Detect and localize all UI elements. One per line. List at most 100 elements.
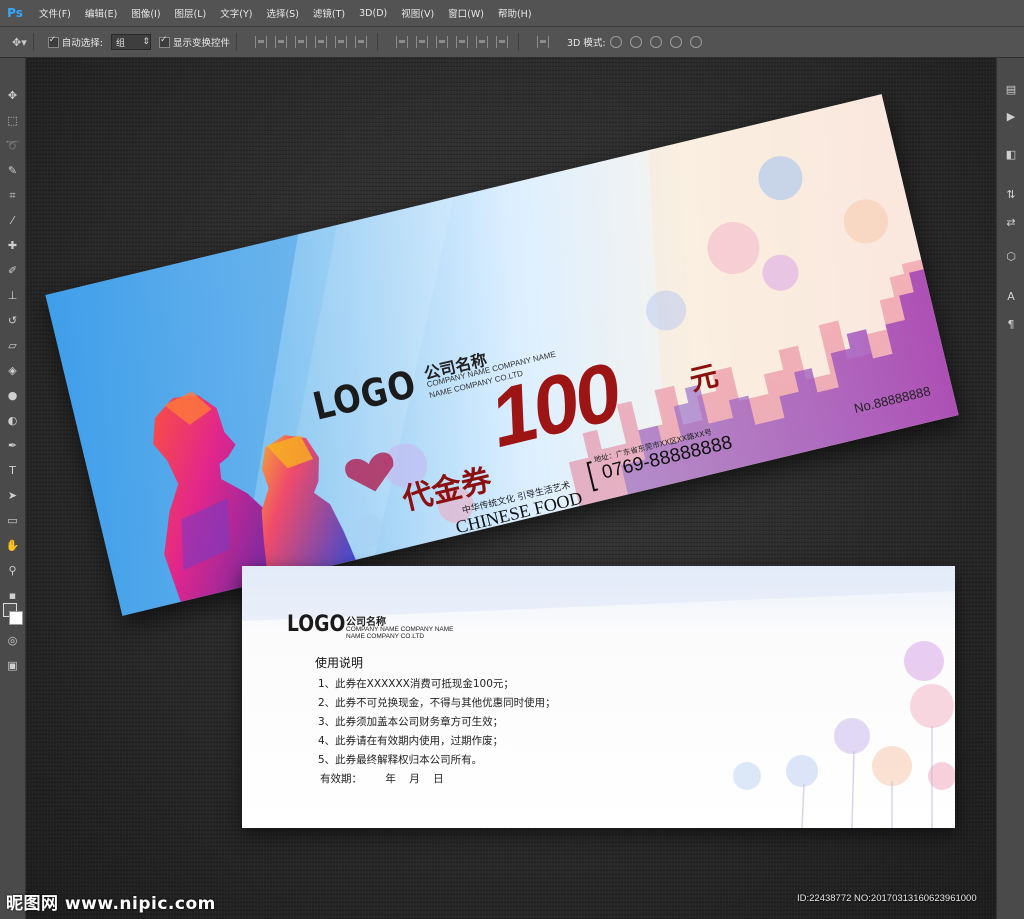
site-watermark: 昵图网 www.nipic.com (6, 894, 216, 914)
menu-bar: Ps 文件(F) 编辑(E) 图像(I) 图层(L) 文字(Y) 选择(S) 滤… (0, 0, 1024, 27)
menu-edit[interactable]: 编辑(E) (78, 6, 124, 20)
quick-select-tool-icon[interactable]: ✎ (5, 163, 20, 178)
paragraph-panel-icon[interactable]: ¶ (1004, 318, 1018, 332)
actions-panel-icon[interactable]: ▶ (1004, 110, 1018, 124)
align-vcenter-icon[interactable] (274, 36, 287, 48)
align-right-icon[interactable] (354, 36, 367, 48)
divider (376, 33, 378, 51)
mode-3d-group: 3D 模式: (567, 35, 706, 49)
marquee-tool-icon[interactable]: ⬚ (5, 113, 20, 128)
type-tool-icon[interactable]: T (5, 463, 20, 478)
character-panel-icon[interactable]: A (1004, 290, 1018, 304)
dodge-tool-icon[interactable]: ◐ (5, 413, 20, 428)
list-item: 4、此券请在有效期内使用，过期作废； (318, 735, 504, 747)
auto-select-dropdown[interactable]: 组 ⇕ (110, 34, 151, 50)
auto-select-label: 自动选择: (61, 38, 103, 49)
flower-shape (904, 641, 944, 681)
back-company-name-en-line2: NAME COMPANY CO.LTD (346, 633, 425, 640)
crop-tool-icon[interactable]: ⌗ (5, 188, 20, 203)
menu-help[interactable]: 帮助(H) (491, 6, 539, 20)
align-hcenter-icon[interactable] (334, 36, 347, 48)
hand-tool-icon[interactable]: ✋ (5, 538, 20, 553)
move-tool-preset[interactable]: ✥▾ (12, 36, 27, 49)
menu-3d[interactable]: 3D(D) (352, 8, 394, 19)
align-top-icon[interactable] (254, 36, 267, 48)
flower-shape (733, 762, 761, 790)
distribute-vcenter-icon[interactable] (415, 36, 428, 48)
show-transform-toggle[interactable]: 显示变换控件 (158, 35, 230, 49)
menu-image[interactable]: 图像(I) (124, 6, 167, 20)
history-brush-tool-icon[interactable]: ↺ (5, 313, 20, 328)
align-left-icon[interactable] (314, 36, 327, 48)
distribute-hcenter-icon[interactable] (475, 36, 488, 48)
distribute-right-icon[interactable] (495, 36, 508, 48)
paint-bucket-tool-icon[interactable]: ◈ (5, 363, 20, 378)
pen-tool-icon[interactable]: ✒ (5, 438, 20, 453)
auto-select-value: 组 (115, 38, 125, 49)
rotate-3d-icon[interactable] (609, 36, 622, 48)
auto-align-button[interactable] (533, 36, 553, 48)
menu-type[interactable]: 文字(Y) (213, 6, 259, 20)
pan-3d-icon[interactable] (649, 36, 662, 48)
align-bottom-icon[interactable] (294, 36, 307, 48)
instructions-list: 1、此券在XXXXXX消费可抵现金100元； 2、此券不可兑换现金，不得与其他优… (318, 675, 556, 770)
distribute-top-icon[interactable] (395, 36, 408, 48)
auto-select-toggle[interactable]: 自动选择: (47, 35, 103, 49)
voucher-back: LOGO 公司名称 COMPANY NAME COMPANY NAME NAME… (242, 566, 955, 828)
healing-brush-tool-icon[interactable]: ✚ (5, 238, 20, 253)
auto-align-icon[interactable] (536, 36, 549, 48)
scale-3d-icon[interactable] (689, 36, 702, 48)
menu-file[interactable]: 文件(F) (32, 6, 78, 20)
history-panel-icon[interactable]: ▤ (1004, 83, 1018, 97)
divider (32, 33, 34, 51)
layers-panel-icon[interactable]: ⇄ (1004, 216, 1018, 230)
3d-panel-icon[interactable]: ⬡ (1004, 250, 1018, 264)
menu-layer[interactable]: 图层(L) (168, 6, 214, 20)
divider (235, 33, 237, 51)
menu-select[interactable]: 选择(S) (259, 6, 305, 20)
chevron-updown-icon: ⇕ (142, 37, 150, 47)
rectangle-tool-icon[interactable]: ▭ (5, 513, 20, 528)
align-buttons (251, 36, 371, 48)
flower-shape (872, 746, 912, 786)
list-item: 3、此券须加盖本公司财务章方可生效； (318, 716, 504, 728)
brush-tool-icon[interactable]: ✐ (5, 263, 20, 278)
distribute-bottom-icon[interactable] (435, 36, 448, 48)
checkbox-icon[interactable] (158, 35, 170, 48)
flower-shape (834, 718, 870, 754)
default-colors-icon[interactable]: ▪ (5, 588, 20, 603)
blur-tool-icon[interactable]: ● (5, 388, 20, 403)
roll-3d-icon[interactable] (629, 36, 642, 48)
mode-3d-label: 3D 模式: (566, 38, 606, 49)
properties-panel-icon[interactable]: ◧ (1004, 148, 1018, 162)
path-select-tool-icon[interactable]: ➤ (5, 488, 20, 503)
background-color-swatch[interactable] (9, 611, 23, 625)
flower-shape (910, 684, 954, 728)
menu-filter[interactable]: 滤镜(T) (306, 6, 352, 20)
eraser-tool-icon[interactable]: ▱ (5, 338, 20, 353)
flower-shape (786, 755, 818, 787)
screen-mode-icon[interactable]: ▣ (5, 658, 20, 673)
validity-date: 有效期： 年 月 日 (320, 773, 444, 785)
zoom-tool-icon[interactable]: ⚲ (5, 563, 20, 578)
image-id-watermark: ID:22438772 NO:20170313160623961000 (797, 893, 977, 904)
lasso-tool-icon[interactable]: ➰ (5, 138, 20, 153)
slide-3d-icon[interactable] (669, 36, 682, 48)
list-item: 5、此券最终解释权归本公司所有。 (318, 754, 483, 766)
move-tool-icon[interactable]: ✥ (5, 88, 20, 103)
show-transform-label: 显示变换控件 (172, 38, 230, 49)
distribute-buttons (392, 36, 512, 48)
menu-view[interactable]: 视图(V) (394, 6, 441, 20)
menu-window[interactable]: 窗口(W) (441, 6, 491, 20)
list-item: 2、此券不可兑换现金，不得与其他优惠同时使用； (318, 697, 556, 709)
tools-panel: ✥ ⬚ ➰ ✎ ⌗ ⁄ ✚ ✐ ⊥ ↺ ▱ ◈ ● ◐ ✒ T ➤ ▭ ✋ ⚲ … (0, 58, 26, 919)
instructions-title: 使用说明 (315, 656, 364, 670)
photoshop-logo[interactable]: Ps (4, 4, 26, 22)
back-company-name-en-line1: COMPANY NAME COMPANY NAME (346, 626, 454, 633)
checkbox-icon[interactable] (47, 35, 59, 48)
eyedropper-tool-icon[interactable]: ⁄ (5, 213, 20, 228)
distribute-left-icon[interactable] (455, 36, 468, 48)
adjustments-panel-icon[interactable]: ⇅ (1004, 188, 1018, 202)
quick-mask-icon[interactable]: ◎ (5, 633, 20, 648)
clone-stamp-tool-icon[interactable]: ⊥ (5, 288, 20, 303)
